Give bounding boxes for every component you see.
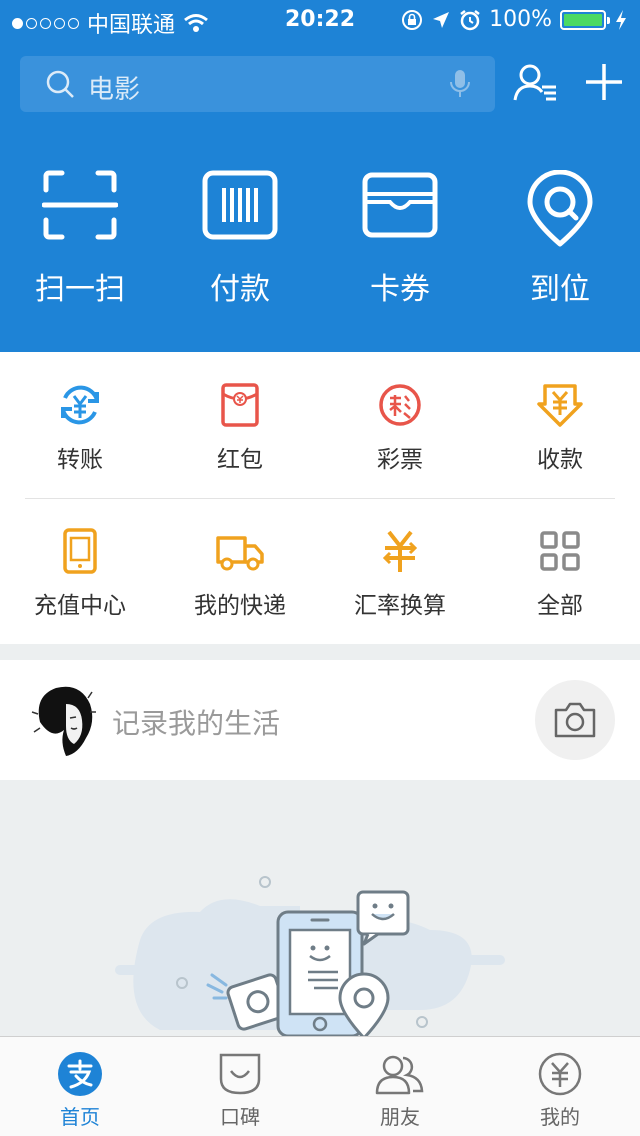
- search-bar[interactable]: 电影: [20, 56, 495, 112]
- lottery-button[interactable]: 彩票: [320, 382, 480, 474]
- red-envelope-button[interactable]: 红包: [160, 382, 320, 474]
- delivery-truck-icon: [216, 536, 264, 571]
- receive-money-button[interactable]: 收款: [480, 382, 640, 474]
- microphone-icon[interactable]: [449, 68, 471, 100]
- tab-mine[interactable]: 我的: [480, 1051, 640, 1130]
- friends-icon: [375, 1055, 424, 1095]
- empty-feed-illustration: [0, 780, 640, 1040]
- koubei-icon: [219, 1053, 261, 1095]
- daowei-button[interactable]: 到位: [480, 170, 640, 308]
- location-icon: [527, 170, 593, 247]
- cards-button[interactable]: 卡券: [320, 170, 480, 308]
- battery-percent: 100%: [489, 7, 552, 32]
- recharge-center-button[interactable]: 充值中心: [0, 528, 160, 620]
- pay-button[interactable]: 付款: [160, 170, 320, 308]
- search-input[interactable]: 电影: [88, 69, 140, 106]
- tab-friends[interactable]: 朋友: [320, 1051, 480, 1130]
- grid-divider: [25, 498, 615, 499]
- exchange-rate-button[interactable]: 汇率换算: [320, 528, 480, 620]
- grid-icon: [540, 531, 580, 571]
- lottery-icon: [379, 384, 421, 426]
- life-post-bar[interactable]: 记录我的生活: [0, 660, 640, 780]
- status-bar: 中国联通 20:22 100%: [0, 0, 640, 40]
- rotation-lock-icon: [402, 9, 423, 30]
- wallet-icon: [362, 172, 438, 238]
- barcode-icon: [202, 170, 278, 240]
- transfer-icon: [61, 385, 99, 425]
- scan-icon: [42, 170, 118, 240]
- avatar[interactable]: [30, 682, 100, 758]
- phone-recharge-icon: [63, 528, 97, 574]
- my-delivery-button[interactable]: 我的快递: [160, 528, 320, 620]
- contacts-icon[interactable]: [512, 62, 560, 106]
- transfer-button[interactable]: 转账: [0, 382, 160, 474]
- alarm-icon: [460, 9, 480, 30]
- camera-button[interactable]: [535, 680, 615, 760]
- quick-actions: 扫一扫 付款 卡券 到位: [0, 170, 640, 320]
- battery-icon: [560, 9, 610, 30]
- red-envelope-icon: [221, 383, 259, 427]
- add-icon[interactable]: [584, 62, 624, 102]
- life-post-prompt[interactable]: 记录我的生活: [112, 702, 280, 742]
- charging-bolt-icon: [616, 9, 626, 30]
- camera-icon: [554, 702, 596, 738]
- location-arrow-icon: [433, 11, 450, 28]
- exchange-rate-icon: [382, 530, 418, 572]
- services-grid: 转账 红包 彩票 收款 充值中心 我的快递 汇率换算 全部: [0, 352, 640, 644]
- search-icon: [46, 70, 74, 98]
- my-account-icon: [538, 1052, 582, 1096]
- alipay-home-icon: [58, 1052, 102, 1096]
- receive-money-icon: [537, 384, 583, 427]
- scan-button[interactable]: 扫一扫: [0, 170, 160, 308]
- tab-bar: 首页 口碑 朋友 我的: [0, 1036, 640, 1136]
- tab-home[interactable]: 首页: [0, 1051, 160, 1130]
- all-services-button[interactable]: 全部: [480, 528, 640, 620]
- tab-koubei[interactable]: 口碑: [160, 1051, 320, 1130]
